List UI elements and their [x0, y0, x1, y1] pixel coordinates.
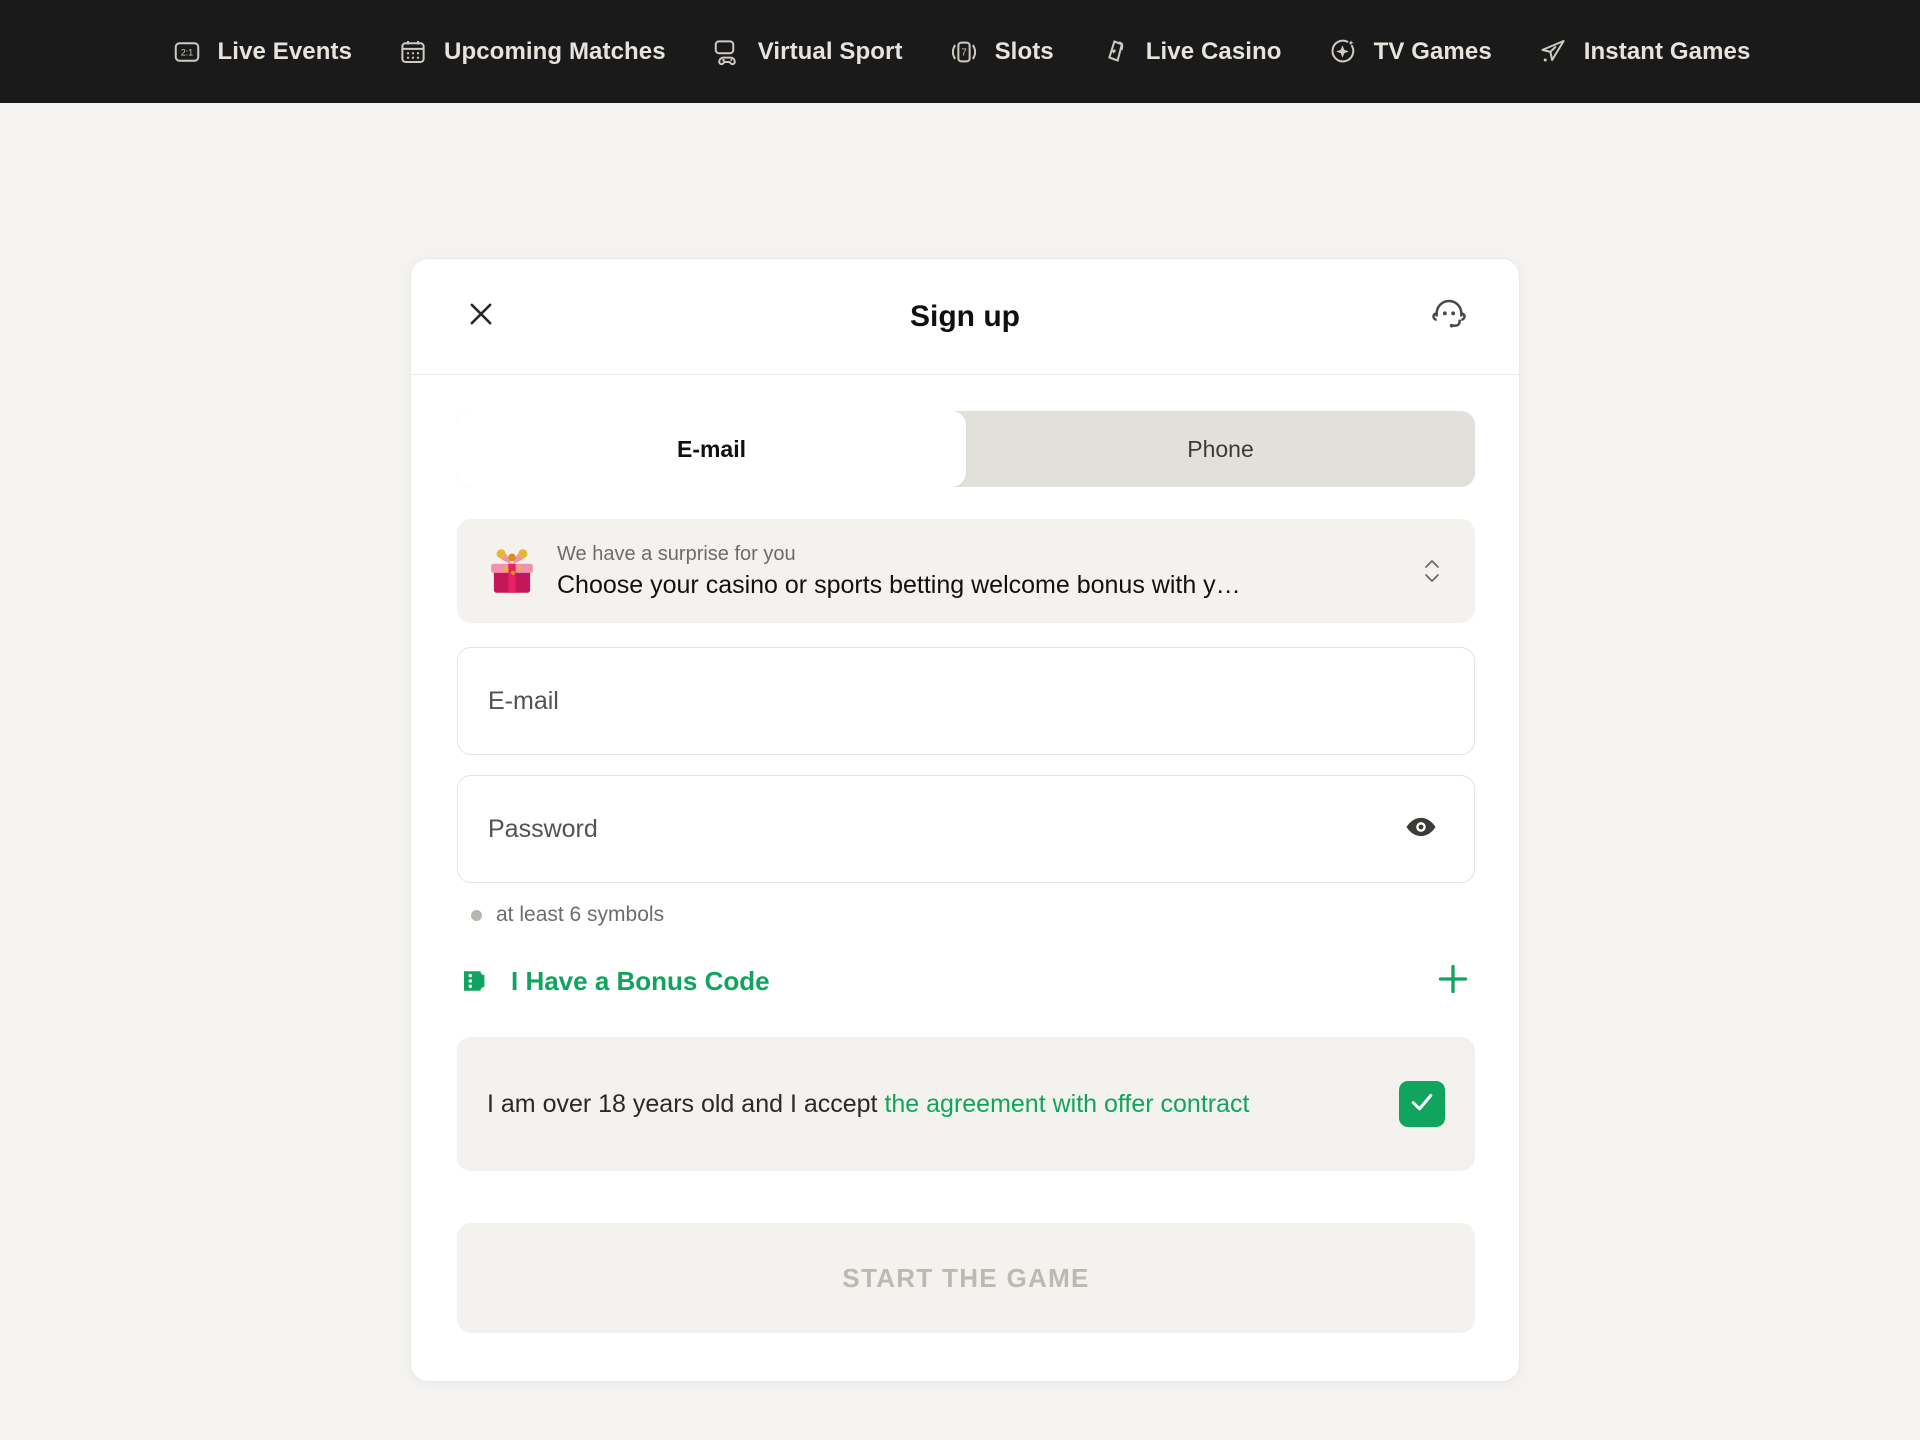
bonus-banner-title: Choose your casino or sports betting wel… [557, 570, 1241, 599]
bonus-code-row[interactable]: I Have a Bonus Code [457, 945, 1475, 1017]
tv-games-sparkle-icon [1326, 35, 1360, 69]
svg-text:7: 7 [961, 47, 967, 58]
nav-item-tv-games[interactable]: TV Games [1304, 0, 1514, 103]
nav-label: Virtual Sport [757, 37, 903, 65]
hint-bullet-icon [471, 909, 482, 921]
email-field[interactable] [457, 647, 1475, 755]
virtual-sport-icon [710, 35, 744, 69]
start-the-game-button[interactable]: START THE GAME [457, 1223, 1475, 1333]
nav-item-live-casino[interactable]: Live Casino [1076, 0, 1304, 103]
page-title: Sign up [910, 299, 1020, 333]
agreement-checkbox[interactable] [1399, 1081, 1445, 1127]
password-hint-text: at least 6 symbols [496, 903, 665, 926]
agreement-row: I am over 18 years old and I accept the … [457, 1037, 1475, 1171]
modal-header: Sign up [411, 259, 1519, 375]
chevron-up-down-icon[interactable] [1415, 549, 1449, 593]
nav-label: Instant Games [1583, 37, 1751, 65]
svg-text:2:1: 2:1 [180, 47, 192, 57]
nav-item-slots[interactable]: 7 Slots [925, 0, 1076, 103]
gift-box-icon [479, 538, 545, 604]
password-field[interactable] [457, 775, 1475, 883]
bonus-banner-text: We have a surprise for you Choose your c… [557, 541, 1405, 601]
page-canvas: Sign up E-mail Phone We have a surprise … [0, 103, 1920, 1440]
rocket-icon [1536, 35, 1570, 69]
calendar-icon [396, 35, 430, 69]
nav-item-instant-games[interactable]: Instant Games [1514, 0, 1773, 103]
agreement-text: I am over 18 years old and I accept the … [487, 1088, 1399, 1121]
bonus-code-label: I Have a Bonus Code [511, 965, 770, 996]
top-navigation-bar: 2:1 Live Events Upcoming Matches Virtual… [0, 0, 1920, 103]
agreement-plain-text: I am over 18 years old and I accept [487, 1089, 885, 1118]
eye-icon [1404, 810, 1438, 849]
password-hint: at least 6 symbols [471, 903, 1473, 927]
close-icon [464, 297, 498, 336]
bonus-banner-eyebrow: We have a surprise for you [557, 542, 796, 565]
support-headset-icon [1429, 294, 1469, 339]
nav-label: Live Casino [1145, 37, 1282, 65]
tab-email[interactable]: E-mail [457, 411, 966, 487]
password-visibility-toggle[interactable] [1398, 806, 1444, 852]
nav-label: Live Events [217, 37, 353, 65]
plus-icon [1433, 959, 1473, 1004]
modal-body: E-mail Phone We have a surprise for you … [411, 375, 1519, 1381]
nav-label: Slots [994, 37, 1054, 65]
signup-modal: Sign up E-mail Phone We have a surprise … [410, 258, 1520, 1382]
add-bonus-code-button[interactable] [1431, 959, 1475, 1003]
email-input[interactable] [488, 648, 1444, 754]
nav-label: Upcoming Matches [444, 37, 666, 65]
nav-item-upcoming-matches[interactable]: Upcoming Matches [374, 0, 688, 103]
bonus-selector-banner[interactable]: We have a surprise for you Choose your c… [457, 519, 1475, 623]
close-button[interactable] [457, 293, 505, 341]
ticket-icon [457, 962, 495, 1000]
tab-email-label: E-mail [676, 435, 747, 462]
tab-phone[interactable]: Phone [966, 411, 1475, 487]
password-input[interactable] [488, 776, 1398, 882]
tab-phone-label: Phone [1187, 435, 1254, 462]
live-events-icon: 2:1 [170, 35, 204, 69]
live-casino-cards-icon [1098, 35, 1132, 69]
slots-icon: 7 [947, 35, 981, 69]
nav-item-virtual-sport[interactable]: Virtual Sport [688, 0, 925, 103]
signup-method-tabs: E-mail Phone [457, 411, 1475, 487]
check-icon [1407, 1087, 1437, 1122]
nav-item-live-events[interactable]: 2:1 Live Events [148, 0, 375, 103]
support-button[interactable] [1425, 293, 1473, 341]
agreement-link[interactable]: the agreement with offer contract [884, 1090, 1249, 1118]
nav-label: TV Games [1373, 37, 1492, 65]
